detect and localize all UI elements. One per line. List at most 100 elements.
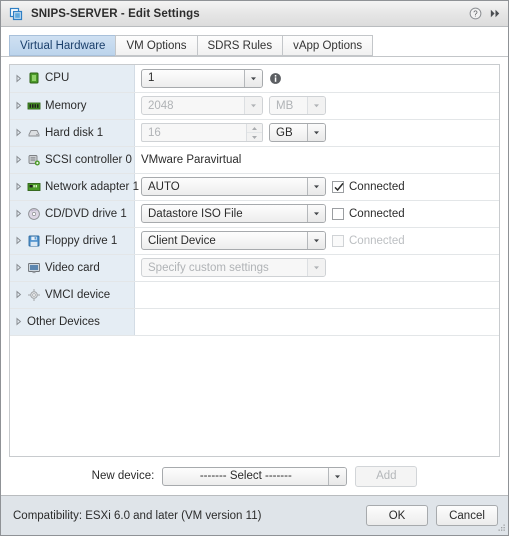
table-row[interactable]: Network adapter 1 AUTO Connected xyxy=(10,173,499,201)
network-adapter-connected-checkbox[interactable]: Connected xyxy=(332,180,405,193)
table-row[interactable]: Hard disk 1 16 GB xyxy=(10,119,499,147)
info-icon[interactable] xyxy=(269,72,282,85)
cpu-icon xyxy=(29,72,39,84)
chevron-down-icon[interactable] xyxy=(307,232,325,249)
chevron-right-icon[interactable] xyxy=(14,128,23,137)
device-value-cell-hard-disk[interactable]: 16 GB xyxy=(134,119,499,147)
chevron-right-icon[interactable] xyxy=(14,317,23,326)
device-value-cell-network-adapter[interactable]: AUTO Connected xyxy=(134,173,499,201)
device-value-cell-floppy-drive[interactable]: Client Device Connected xyxy=(134,227,499,255)
chevron-right-icon[interactable] xyxy=(14,101,23,110)
device-name-cell-cddvd-drive[interactable]: CD/DVD drive 1 xyxy=(10,200,135,228)
chevron-right-icon[interactable] xyxy=(14,263,23,272)
chevron-right-icon[interactable] xyxy=(14,74,23,83)
memory-size-dropdown[interactable]: 2048 xyxy=(141,96,263,115)
chevron-down-icon[interactable] xyxy=(328,467,347,485)
title-bar-buttons: ? xyxy=(469,7,502,20)
chevron-down-icon[interactable] xyxy=(307,97,325,114)
device-name-cell-hard-disk[interactable]: Hard disk 1 xyxy=(10,119,135,147)
chevron-right-icon[interactable] xyxy=(14,209,23,218)
window-title: SNIPS-SERVER - Edit Settings xyxy=(31,7,200,20)
table-row[interactable]: CD/DVD drive 1 Datastore ISO File Connec… xyxy=(10,200,499,228)
device-label: Memory xyxy=(45,99,87,112)
tab-virtual-hardware[interactable]: Virtual Hardware xyxy=(9,35,116,56)
device-value-cell-memory[interactable]: 2048 MB xyxy=(134,92,499,120)
table-row[interactable]: Video card Specify custom settings xyxy=(10,254,499,282)
chevron-down-icon[interactable] xyxy=(244,97,262,114)
device-name-cell-cpu[interactable]: CPU xyxy=(10,65,135,93)
expand-chevrons-icon[interactable] xyxy=(489,7,502,20)
compatibility-text: Compatibility: ESXi 6.0 and later (VM ve… xyxy=(13,509,262,522)
hard-disk-size-stepper[interactable]: 16 xyxy=(141,123,263,142)
new-device-row: New device: ------- Select ------- Add xyxy=(1,457,508,495)
hard-disk-unit-value: GB xyxy=(276,126,293,139)
dialog-footer: Compatibility: ESXi 6.0 and later (VM ve… xyxy=(1,495,508,535)
cddvd-connected-checkbox[interactable]: Connected xyxy=(332,207,405,220)
device-value-cell-vmci-device xyxy=(134,281,499,309)
hard-disk-unit-dropdown[interactable]: GB xyxy=(269,123,326,142)
scsi-controller-icon xyxy=(28,154,40,165)
chevron-down-icon[interactable] xyxy=(307,259,325,276)
device-name-cell-scsi-controller[interactable]: SCSI controller 0 xyxy=(10,146,135,174)
harddisk-icon xyxy=(28,129,40,136)
cddvd-source-dropdown[interactable]: Datastore ISO File xyxy=(141,204,326,223)
tab-sdrs-rules[interactable]: SDRS Rules xyxy=(196,35,283,56)
chevron-down-icon[interactable] xyxy=(307,124,325,141)
device-label: VMCI device xyxy=(45,288,111,301)
tab-vm-options[interactable]: VM Options xyxy=(115,35,197,56)
chevron-down-icon[interactable] xyxy=(307,178,325,195)
footer-buttons: OK Cancel xyxy=(366,505,498,526)
device-name-cell-other-devices[interactable]: Other Devices xyxy=(10,308,135,336)
new-device-dropdown[interactable]: ------- Select ------- xyxy=(162,466,348,486)
chevron-right-icon[interactable] xyxy=(14,236,23,245)
network-adapter-network-dropdown[interactable]: AUTO xyxy=(141,177,326,196)
stepper-up-icon[interactable] xyxy=(247,124,262,133)
table-row[interactable]: SCSI controller 0 VMware Paravirtual xyxy=(10,146,499,174)
help-icon[interactable]: ? xyxy=(469,7,482,20)
device-label: CPU xyxy=(45,72,70,85)
device-label: Other Devices xyxy=(27,315,100,328)
device-label: CD/DVD drive 1 xyxy=(45,207,127,220)
device-name-cell-video-card[interactable]: Video card xyxy=(10,254,135,282)
device-label: Hard disk 1 xyxy=(45,126,104,139)
cpu-count-value: 1 xyxy=(148,72,155,85)
device-name-cell-network-adapter[interactable]: Network adapter 1 xyxy=(10,173,139,201)
chevron-right-icon[interactable] xyxy=(14,155,23,164)
chevron-right-icon[interactable] xyxy=(14,290,23,299)
cancel-button[interactable]: Cancel xyxy=(436,505,498,526)
device-value-cell-video-card[interactable]: Specify custom settings xyxy=(134,254,499,282)
cpu-count-dropdown[interactable]: 1 xyxy=(141,68,263,88)
ok-button[interactable]: OK xyxy=(366,505,428,526)
device-value-cell-scsi-controller: VMware Paravirtual xyxy=(134,146,499,174)
floppy-connected-checkbox[interactable]: Connected xyxy=(332,234,405,247)
cddvd-icon xyxy=(28,207,40,220)
floppy-icon xyxy=(28,235,40,246)
floppy-source-dropdown[interactable]: Client Device xyxy=(141,231,326,250)
device-name-cell-vmci-device[interactable]: VMCI device xyxy=(10,281,135,309)
device-value-cell-cpu[interactable]: 1 xyxy=(134,65,499,93)
table-row[interactable]: VMCI device xyxy=(10,281,499,309)
device-label: SCSI controller 0 xyxy=(45,153,132,166)
hard-disk-size-value: 16 xyxy=(148,126,161,139)
table-row[interactable]: Floppy drive 1 Client Device Connected xyxy=(10,227,499,255)
memory-unit-dropdown[interactable]: MB xyxy=(269,96,326,115)
table-row[interactable]: Memory 2048 MB xyxy=(10,92,499,120)
table-row[interactable]: Other Devices xyxy=(10,308,499,336)
stepper-buttons[interactable] xyxy=(246,124,262,141)
device-label: Video card xyxy=(45,261,100,274)
device-value-cell-cddvd-drive[interactable]: Datastore ISO File Connected xyxy=(134,200,499,228)
table-row[interactable]: CPU 1 xyxy=(10,65,499,93)
video-card-settings-dropdown[interactable]: Specify custom settings xyxy=(141,258,326,277)
stepper-down-icon[interactable] xyxy=(247,133,262,141)
virtual-hardware-device-list: CPU 1 Memory 2048 MB Hard disk 1 16 GB S… xyxy=(9,64,500,457)
checkbox-box[interactable] xyxy=(332,207,344,220)
chevron-down-icon[interactable] xyxy=(307,205,325,222)
chevron-down-icon[interactable] xyxy=(244,69,262,87)
device-name-cell-floppy-drive[interactable]: Floppy drive 1 xyxy=(10,227,135,255)
checkbox-box[interactable] xyxy=(332,180,344,193)
add-device-button[interactable]: Add xyxy=(355,465,418,487)
chevron-right-icon[interactable] xyxy=(14,182,23,191)
memory-icon xyxy=(27,102,41,109)
device-name-cell-memory[interactable]: Memory xyxy=(10,92,135,120)
tab-vapp-options[interactable]: vApp Options xyxy=(282,35,374,56)
